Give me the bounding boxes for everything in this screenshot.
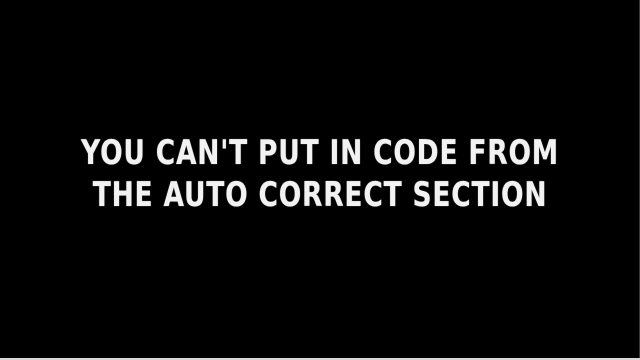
caption-text: YOU CAN'T PUT IN CODE FROM THE AUTO CORR… [70,132,569,216]
caption-line-2: THE AUTO CORRECT SECTION [92,175,548,215]
video-frame: YOU CAN'T PUT IN CODE FROM THE AUTO CORR… [0,0,640,360]
caption-line-1: YOU CAN'T PUT IN CODE FROM [81,133,559,173]
